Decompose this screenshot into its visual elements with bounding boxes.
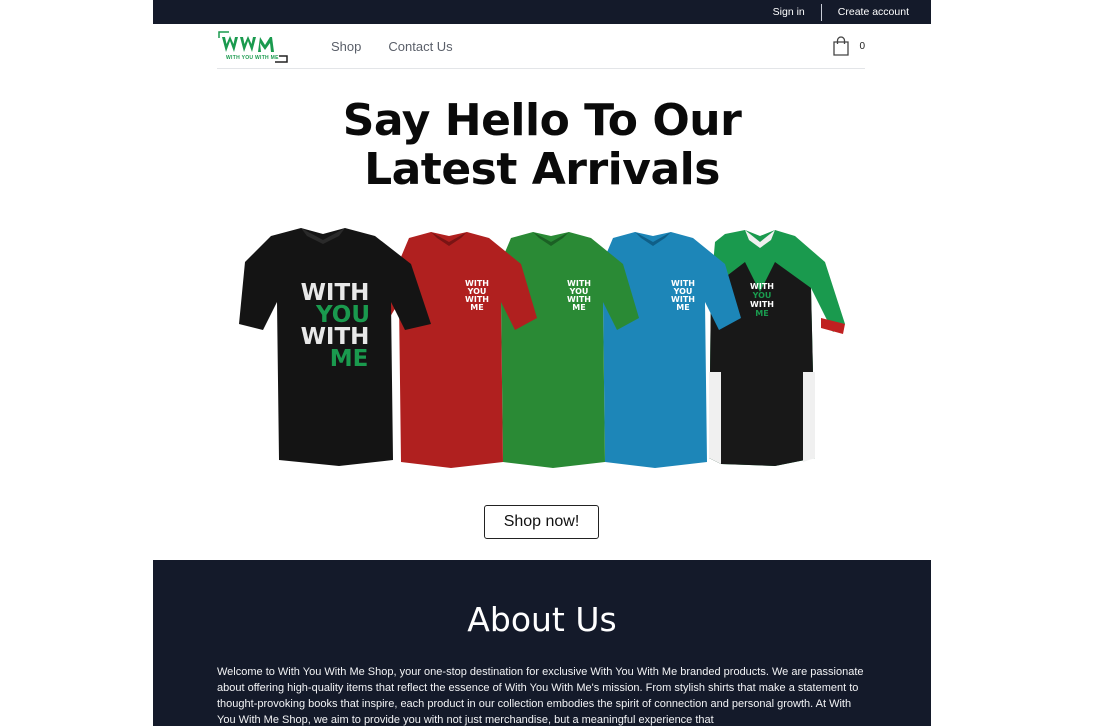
cart-count: 0	[859, 40, 865, 52]
svg-text:ME: ME	[330, 346, 369, 372]
jersey-print-1: WITH	[750, 282, 774, 291]
wwm-logo[interactable]: WITH YOU WITH ME	[217, 28, 289, 64]
sign-in-link[interactable]: Sign in	[773, 6, 805, 18]
shopping-bag-icon	[833, 36, 850, 56]
shop-now-button[interactable]: Shop now!	[484, 505, 599, 539]
hero-title: Say Hello To Our Latest Arrivals	[153, 96, 931, 194]
hero-title-line-2: Latest Arrivals	[364, 144, 720, 195]
nav-link-shop[interactable]: Shop	[331, 39, 361, 54]
svg-text:ME: ME	[572, 303, 585, 312]
nav-link-contact-us[interactable]: Contact Us	[388, 39, 452, 54]
nav-links: Shop Contact Us	[331, 39, 453, 54]
jersey-print-4: ME	[755, 309, 768, 318]
main-nav: WITH YOU WITH ME Shop Contact Us 0	[217, 24, 865, 69]
about-body: Welcome to With You With Me Shop, your o…	[217, 666, 864, 726]
page-frame: Sign in Create account WITH YOU WITH ME …	[153, 0, 931, 726]
jersey-print-3: WITH	[750, 300, 774, 309]
about-section: About Us Welcome to With You With Me Sho…	[153, 560, 931, 726]
create-account-link[interactable]: Create account	[838, 6, 909, 18]
topbar-divider	[820, 3, 822, 21]
hero-shirts-image: WITH YOU WITH ME WITH YOU WITH ME WITH Y…	[235, 222, 855, 476]
svg-text:ME: ME	[676, 303, 689, 312]
shirt-jersey: WITH YOU WITH ME	[709, 230, 845, 466]
about-title: About Us	[467, 600, 617, 639]
cart-button[interactable]: 0	[832, 36, 865, 56]
jersey-print-2: YOU	[752, 291, 772, 300]
svg-text:ME: ME	[470, 303, 483, 312]
top-bar: Sign in Create account	[153, 0, 931, 24]
hero-title-line-1: Say Hello To Our	[342, 95, 742, 146]
logo-tagline: WITH YOU WITH ME	[226, 55, 279, 61]
